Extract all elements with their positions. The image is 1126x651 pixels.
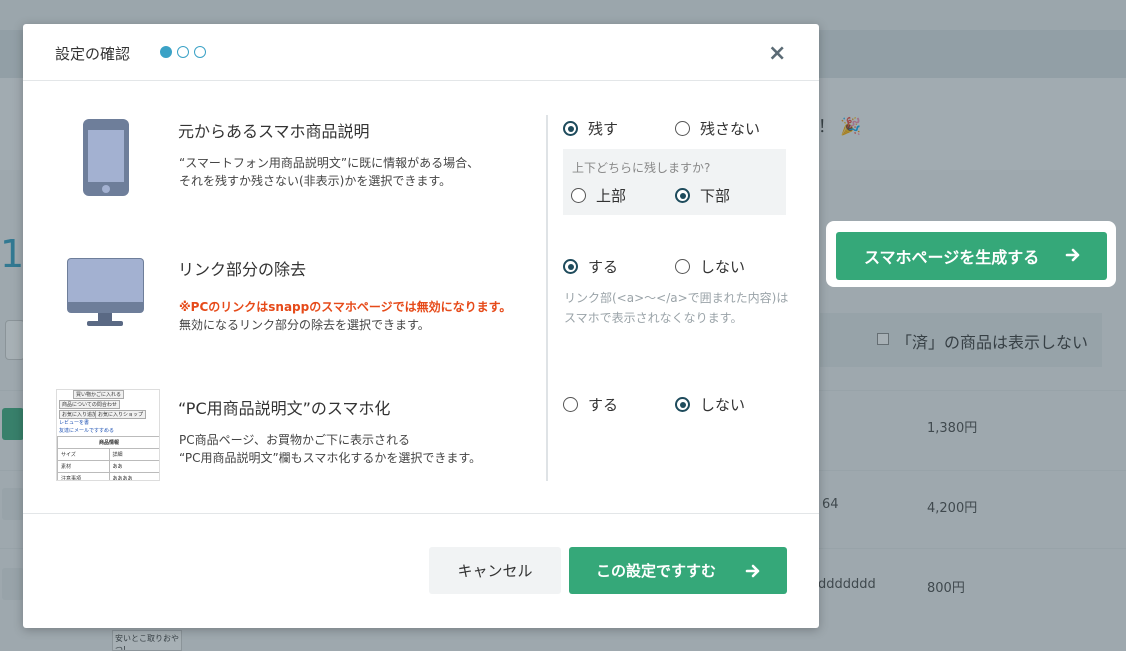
position-option-top[interactable]: 上部 [571, 185, 626, 206]
row2-hint: リンク部(<a>〜</a>で囲まれた内容)は スマホで表示されなくなります。 [564, 288, 794, 328]
preview-table-header: 商品情報 [57, 436, 159, 449]
smartphone-icon [83, 119, 129, 196]
option-label: する [588, 258, 619, 276]
row2-option-yes[interactable]: する [563, 256, 618, 277]
row1-option-remove[interactable]: 残さない [675, 118, 760, 139]
option-label: 下部 [700, 187, 731, 205]
step-dot-3 [194, 46, 206, 58]
radio-checked-icon[interactable] [675, 188, 690, 203]
step-indicator [160, 46, 206, 58]
step-dot-1 [160, 46, 172, 58]
row2-description: ※PCのリンクはsnappのスマホページでは無効になります。 無効になるリンク部… [179, 298, 519, 334]
row2-desc-line: 無効になるリンク部分の除去を選択できます。 [179, 318, 430, 332]
preview-cell: 注意事項 [57, 472, 110, 480]
preview-cell: 詳細 [108, 448, 159, 461]
radio-checked-icon[interactable] [563, 121, 578, 136]
preview-cell: 素材 [57, 460, 110, 473]
generate-smartphone-page-button[interactable]: スマホページを生成する [836, 232, 1107, 280]
radio-checked-icon[interactable] [563, 259, 578, 274]
arrow-right-icon [1065, 248, 1080, 262]
row2-option-no[interactable]: しない [675, 256, 745, 277]
preview-cell: ああああ [108, 472, 159, 480]
hint-line: リンク部(<a>〜</a>で囲まれた内容)は [564, 291, 789, 305]
preview-fav-button: お気に入り追加 [59, 410, 101, 419]
option-label: しない [700, 396, 746, 414]
preview-shop-button: お気に入りショップ [95, 410, 147, 419]
row3-description: PC商品ページ、お買物かご下に表示される “PC用商品説明文”欄もスマホ化するか… [179, 431, 519, 467]
settings-confirm-modal: 設定の確認 × 元からあるスマホ商品説明 “スマートフォン用商品説明文”に既に情… [23, 24, 819, 628]
close-icon[interactable]: × [768, 43, 786, 65]
position-question: 上下どちらに残しますか? [572, 161, 711, 175]
row3-option-yes[interactable]: する [563, 394, 618, 415]
preview-cell: サイズ [57, 448, 110, 461]
modal-header: 設定の確認 × [23, 24, 819, 81]
row2-title: リンク部分の除去 [178, 260, 307, 279]
radio-icon[interactable] [563, 397, 578, 412]
option-label: 残す [588, 120, 619, 138]
step-dot-2 [177, 46, 189, 58]
option-label: しない [700, 258, 746, 276]
preview-cell: ああ [108, 460, 159, 473]
option-label: 残さない [700, 120, 761, 138]
row1-description: “スマートフォン用商品説明文”に既に情報がある場合、 それを残すか残さない(非表… [179, 154, 519, 190]
preview-table: 商品情報 サイズ 詳細 素材 ああ 注意事項 ああああ [57, 436, 159, 480]
row3-desc-line: “PC用商品説明文”欄もスマホ化するかを選択できます。 [179, 451, 482, 465]
hint-line: スマホで表示されなくなります。 [564, 311, 743, 325]
radio-icon[interactable] [571, 188, 586, 203]
preview-inquiry-button: 商品についての問合わせ [59, 400, 120, 409]
row3-option-no[interactable]: しない [675, 394, 745, 415]
row1-option-keep[interactable]: 残す [563, 118, 618, 139]
arrow-right-icon [745, 564, 760, 578]
radio-icon[interactable] [675, 121, 690, 136]
confirm-button[interactable]: この設定ですすむ [569, 547, 787, 594]
monitor-icon [67, 258, 144, 330]
option-label: 上部 [596, 187, 627, 205]
row1-title: 元からあるスマホ商品説明 [178, 122, 370, 141]
pc-description-preview: 買い物かごに入れる 商品についての問合わせ お気に入り追加 お気に入りショップ … [56, 389, 160, 481]
option-label: する [588, 396, 619, 414]
confirm-button-label: この設定ですすむ [596, 562, 717, 580]
radio-checked-icon[interactable] [675, 397, 690, 412]
generate-button-highlight: スマホページを生成する [826, 221, 1116, 287]
preview-review-link: レビューを書 [59, 420, 90, 426]
cancel-button[interactable]: キャンセル [429, 547, 561, 594]
generate-button-label: スマホページを生成する [864, 248, 1040, 267]
row1-desc-line: “スマートフォン用商品説明文”に既に情報がある場合、 [179, 156, 480, 170]
row1-desc-line: それを残すか残さない(非表示)かを選択できます。 [179, 174, 452, 188]
preview-mail-link: 友達にメールですすめる [59, 428, 115, 434]
row3-title: “PC用商品説明文”のスマホ化 [178, 399, 391, 418]
column-divider [546, 115, 548, 481]
position-option-bottom[interactable]: 下部 [675, 185, 730, 206]
radio-icon[interactable] [675, 259, 690, 274]
row3-desc-line: PC商品ページ、お買物かご下に表示される [179, 433, 411, 447]
footer-divider [23, 513, 819, 514]
preview-cart-button: 買い物かごに入れる [73, 390, 125, 399]
row2-warning: ※PCのリンクはsnappのスマホページでは無効になります。 [179, 300, 512, 314]
modal-title: 設定の確認 [55, 45, 131, 63]
